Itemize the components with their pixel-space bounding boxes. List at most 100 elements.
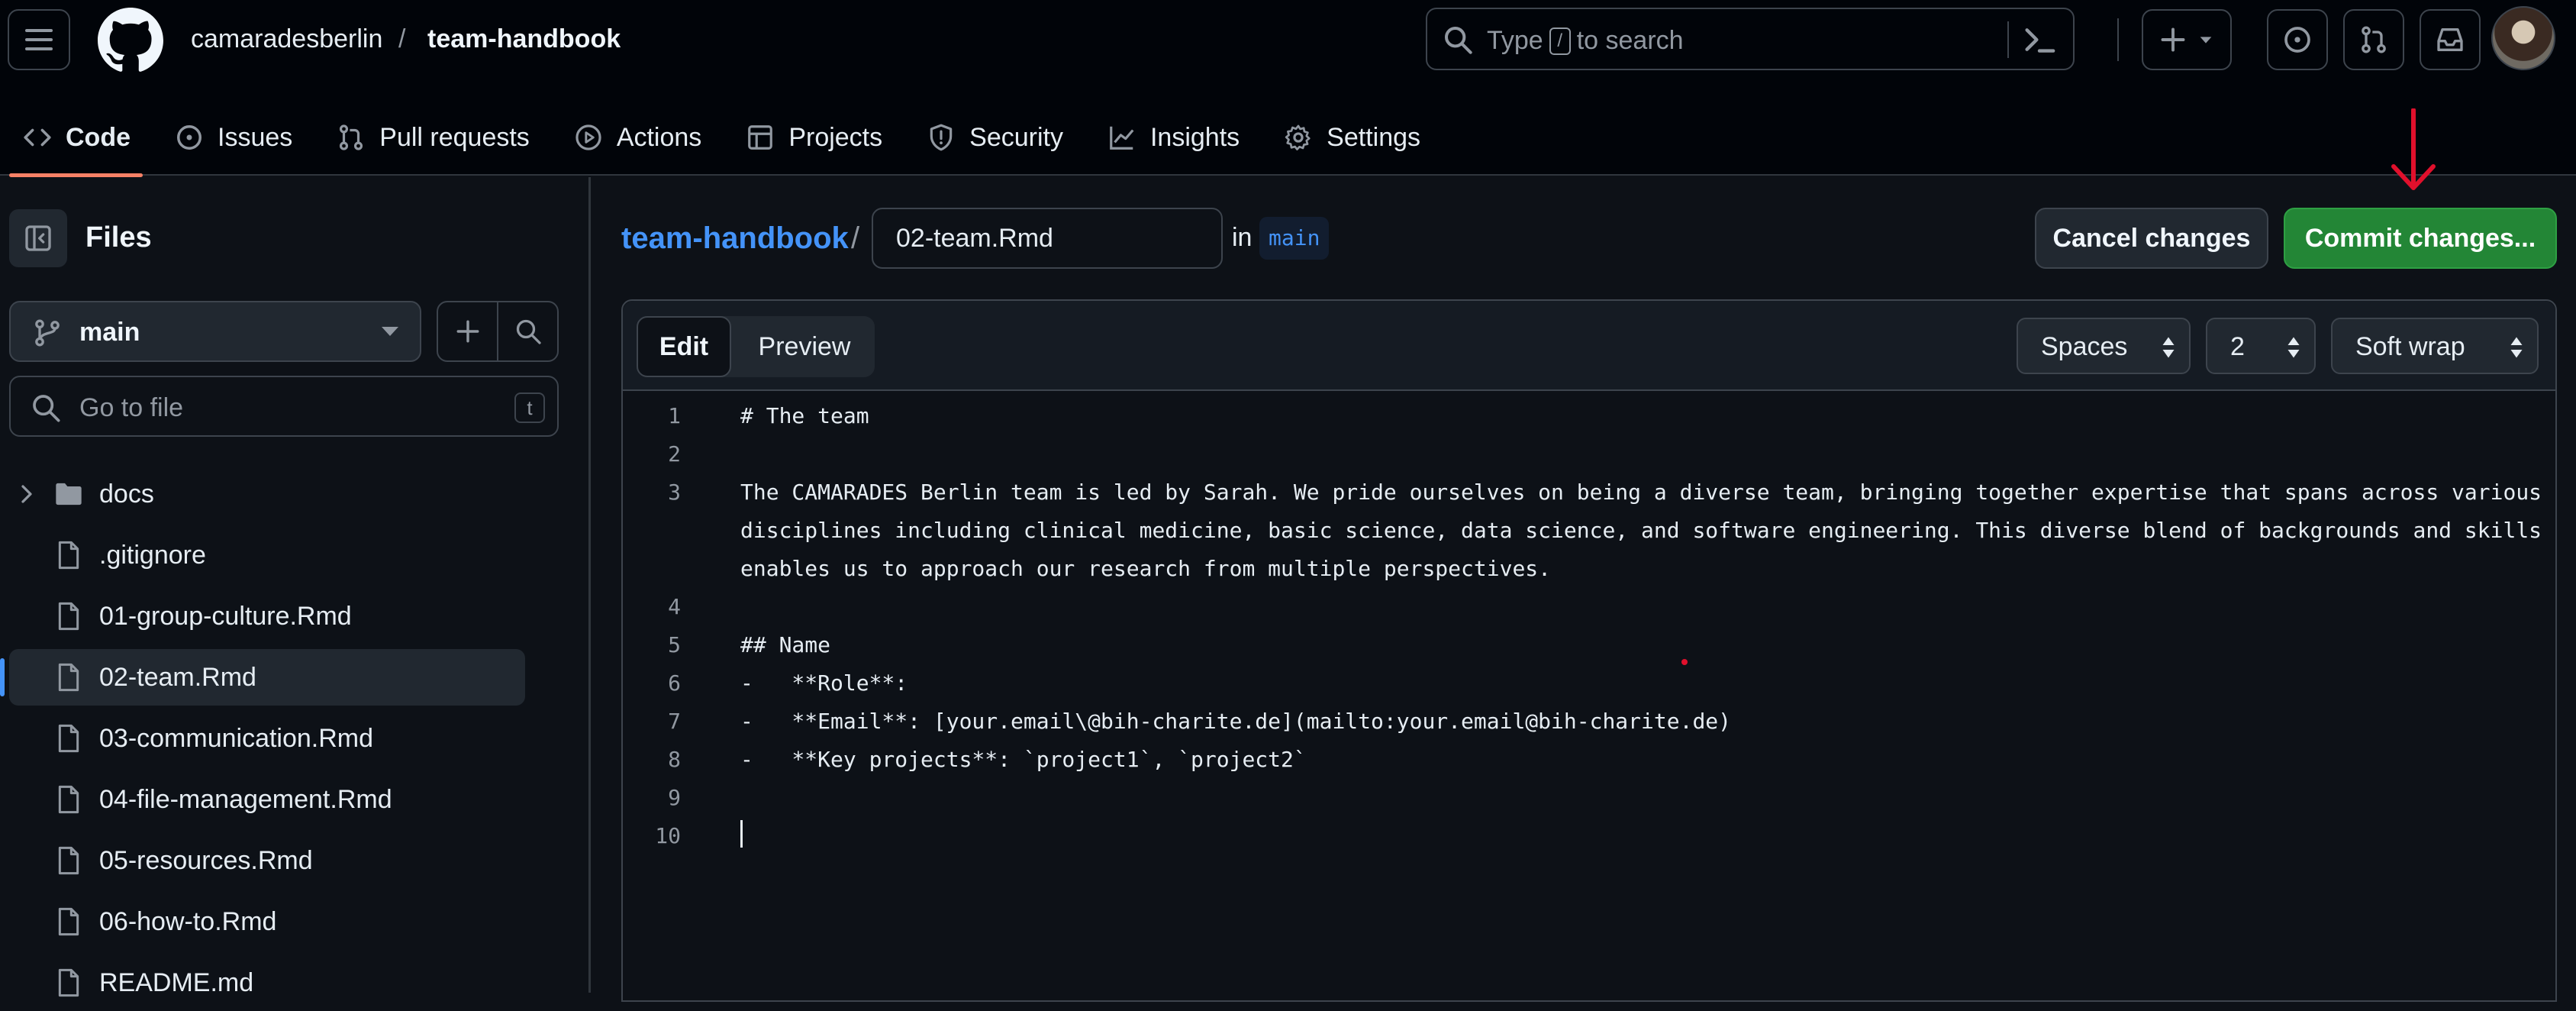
tree-item-label: 04-file-management.Rmd — [99, 784, 392, 814]
cancel-changes-button[interactable]: Cancel changes — [2035, 208, 2268, 269]
github-logo-icon[interactable] — [98, 8, 163, 73]
breadcrumb-owner[interactable]: camaradesberlin — [191, 24, 382, 54]
tree-file-gitignore[interactable]: .gitignore — [9, 527, 525, 583]
line-number: 3 — [668, 480, 681, 505]
header-divider — [2117, 18, 2119, 61]
avatar[interactable] — [2491, 6, 2555, 70]
file-tree-panel: Files main Go to file t docs .gitignore … — [0, 177, 591, 997]
tree-file-how-to[interactable]: 06-how-to.Rmd — [9, 893, 525, 950]
filename-input[interactable]: 02-team.Rmd — [872, 208, 1223, 269]
file-icon — [58, 541, 79, 570]
global-header: camaradesberlin / team-handbook Type / t… — [0, 0, 2576, 177]
editor-toolbar: Edit Preview Spaces 2 Soft wrap — [623, 301, 2555, 391]
tab-insights[interactable]: Insights — [1085, 99, 1261, 176]
tab-issues[interactable]: Issues — [152, 99, 314, 176]
file-icon — [58, 907, 79, 936]
code-icon — [24, 128, 51, 147]
indent-size-select[interactable]: 2 — [2206, 318, 2316, 374]
shield-icon — [930, 124, 953, 151]
table-icon — [748, 125, 773, 150]
line-number: 10 — [655, 823, 681, 848]
tab-label: Code — [66, 122, 131, 152]
tree-file-readme[interactable]: README.md — [9, 954, 525, 1011]
line-number: 9 — [668, 785, 681, 810]
gear-icon — [1285, 124, 1311, 150]
inbox-icon — [2437, 28, 2463, 52]
tree-file-team[interactable]: 02-team.Rmd — [0, 649, 525, 706]
tree-file-communication[interactable]: 03-communication.Rmd — [9, 710, 525, 767]
play-icon — [575, 124, 601, 150]
select-arrows-icon — [2510, 337, 2523, 358]
graph-icon — [1110, 126, 1134, 150]
pull-requests-button[interactable] — [2343, 9, 2404, 70]
search-placeholder-prefix: Type — [1487, 26, 1543, 55]
pull-request-icon — [340, 124, 363, 150]
tab-projects[interactable]: Projects — [723, 99, 904, 176]
add-file-button[interactable] — [438, 302, 497, 360]
folder-icon — [56, 483, 82, 506]
tree-file-resources[interactable]: 05-resources.Rmd — [9, 832, 525, 889]
issues-button[interactable] — [2267, 9, 2328, 70]
code-line: # The team — [740, 403, 869, 428]
code-line-wrap: enables us to approach our research from… — [740, 556, 1552, 581]
file-icon — [58, 602, 79, 631]
branch-badge: main — [1259, 217, 1330, 260]
tab-pull-requests[interactable]: Pull requests — [314, 99, 551, 176]
tab-label: Pull requests — [379, 122, 530, 152]
line-number: 5 — [668, 632, 681, 657]
tab-preview[interactable]: Preview — [734, 316, 875, 377]
wrap-mode-value: Soft wrap — [2355, 332, 2465, 361]
pull-request-icon — [2362, 26, 2386, 53]
tree-folder-docs[interactable]: docs — [9, 466, 525, 522]
code-line: - **Role**: — [740, 670, 908, 696]
tab-security[interactable]: Security — [904, 99, 1085, 176]
indent-mode-select[interactable]: Spaces — [2017, 318, 2191, 374]
create-new-button[interactable] — [2142, 9, 2232, 70]
tree-item-label: 03-communication.Rmd — [99, 723, 374, 753]
command-palette-icon[interactable] — [2023, 24, 2056, 55]
file-icon — [58, 785, 79, 814]
edit-preview-toggle: Edit Preview — [637, 316, 875, 377]
global-search-input[interactable]: Type / to search — [1426, 8, 2075, 70]
breadcrumb-separator: / — [398, 24, 406, 53]
tab-actions[interactable]: Actions — [551, 99, 724, 176]
inbox-button[interactable] — [2420, 9, 2481, 70]
line-number: 4 — [668, 594, 681, 619]
collapse-sidebar-button[interactable] — [9, 209, 67, 267]
tree-file-group-culture[interactable]: 01-group-culture.Rmd — [9, 588, 525, 644]
file-icon — [58, 724, 79, 753]
wrap-mode-select[interactable]: Soft wrap — [2331, 318, 2539, 374]
hamburger-icon — [25, 29, 53, 50]
search-files-button[interactable] — [498, 302, 557, 360]
file-icon — [58, 968, 79, 997]
tab-label: Security — [969, 122, 1063, 152]
files-title: Files — [85, 221, 152, 254]
tree-item-label: README.md — [99, 967, 254, 997]
go-to-file-placeholder: Go to file — [79, 393, 184, 422]
code-line: - **Key projects**: `project1`, `project… — [740, 747, 1307, 772]
branch-name: main — [79, 318, 140, 347]
select-arrows-icon — [2287, 337, 2300, 358]
breadcrumb-repo[interactable]: team-handbook — [427, 24, 621, 54]
chevron-right-icon — [21, 485, 32, 503]
line-number: 7 — [668, 709, 681, 734]
line-number: 8 — [668, 747, 681, 772]
search-icon — [1445, 27, 1472, 54]
commit-changes-button[interactable]: Commit changes... — [2284, 208, 2557, 269]
text-cursor — [740, 820, 743, 848]
tab-settings[interactable]: Settings — [1261, 99, 1442, 176]
editor-repo-link[interactable]: team-handbook — [621, 221, 849, 256]
go-to-file-input[interactable]: Go to file t — [9, 376, 559, 437]
sidebar-collapse-icon — [25, 225, 51, 251]
select-arrows-icon — [2162, 337, 2175, 358]
annotation-dot — [1681, 659, 1688, 665]
tab-code[interactable]: Code — [0, 99, 152, 177]
file-icon — [58, 663, 79, 692]
menu-button[interactable] — [8, 9, 70, 70]
tree-actions — [437, 301, 559, 362]
code-editor: Edit Preview Spaces 2 Soft wrap 1 # The … — [621, 299, 2557, 1002]
search-divider — [2007, 21, 2009, 58]
tab-edit[interactable]: Edit — [637, 316, 731, 377]
tree-file-file-management[interactable]: 04-file-management.Rmd — [9, 771, 525, 828]
branch-selector[interactable]: main — [9, 301, 421, 362]
